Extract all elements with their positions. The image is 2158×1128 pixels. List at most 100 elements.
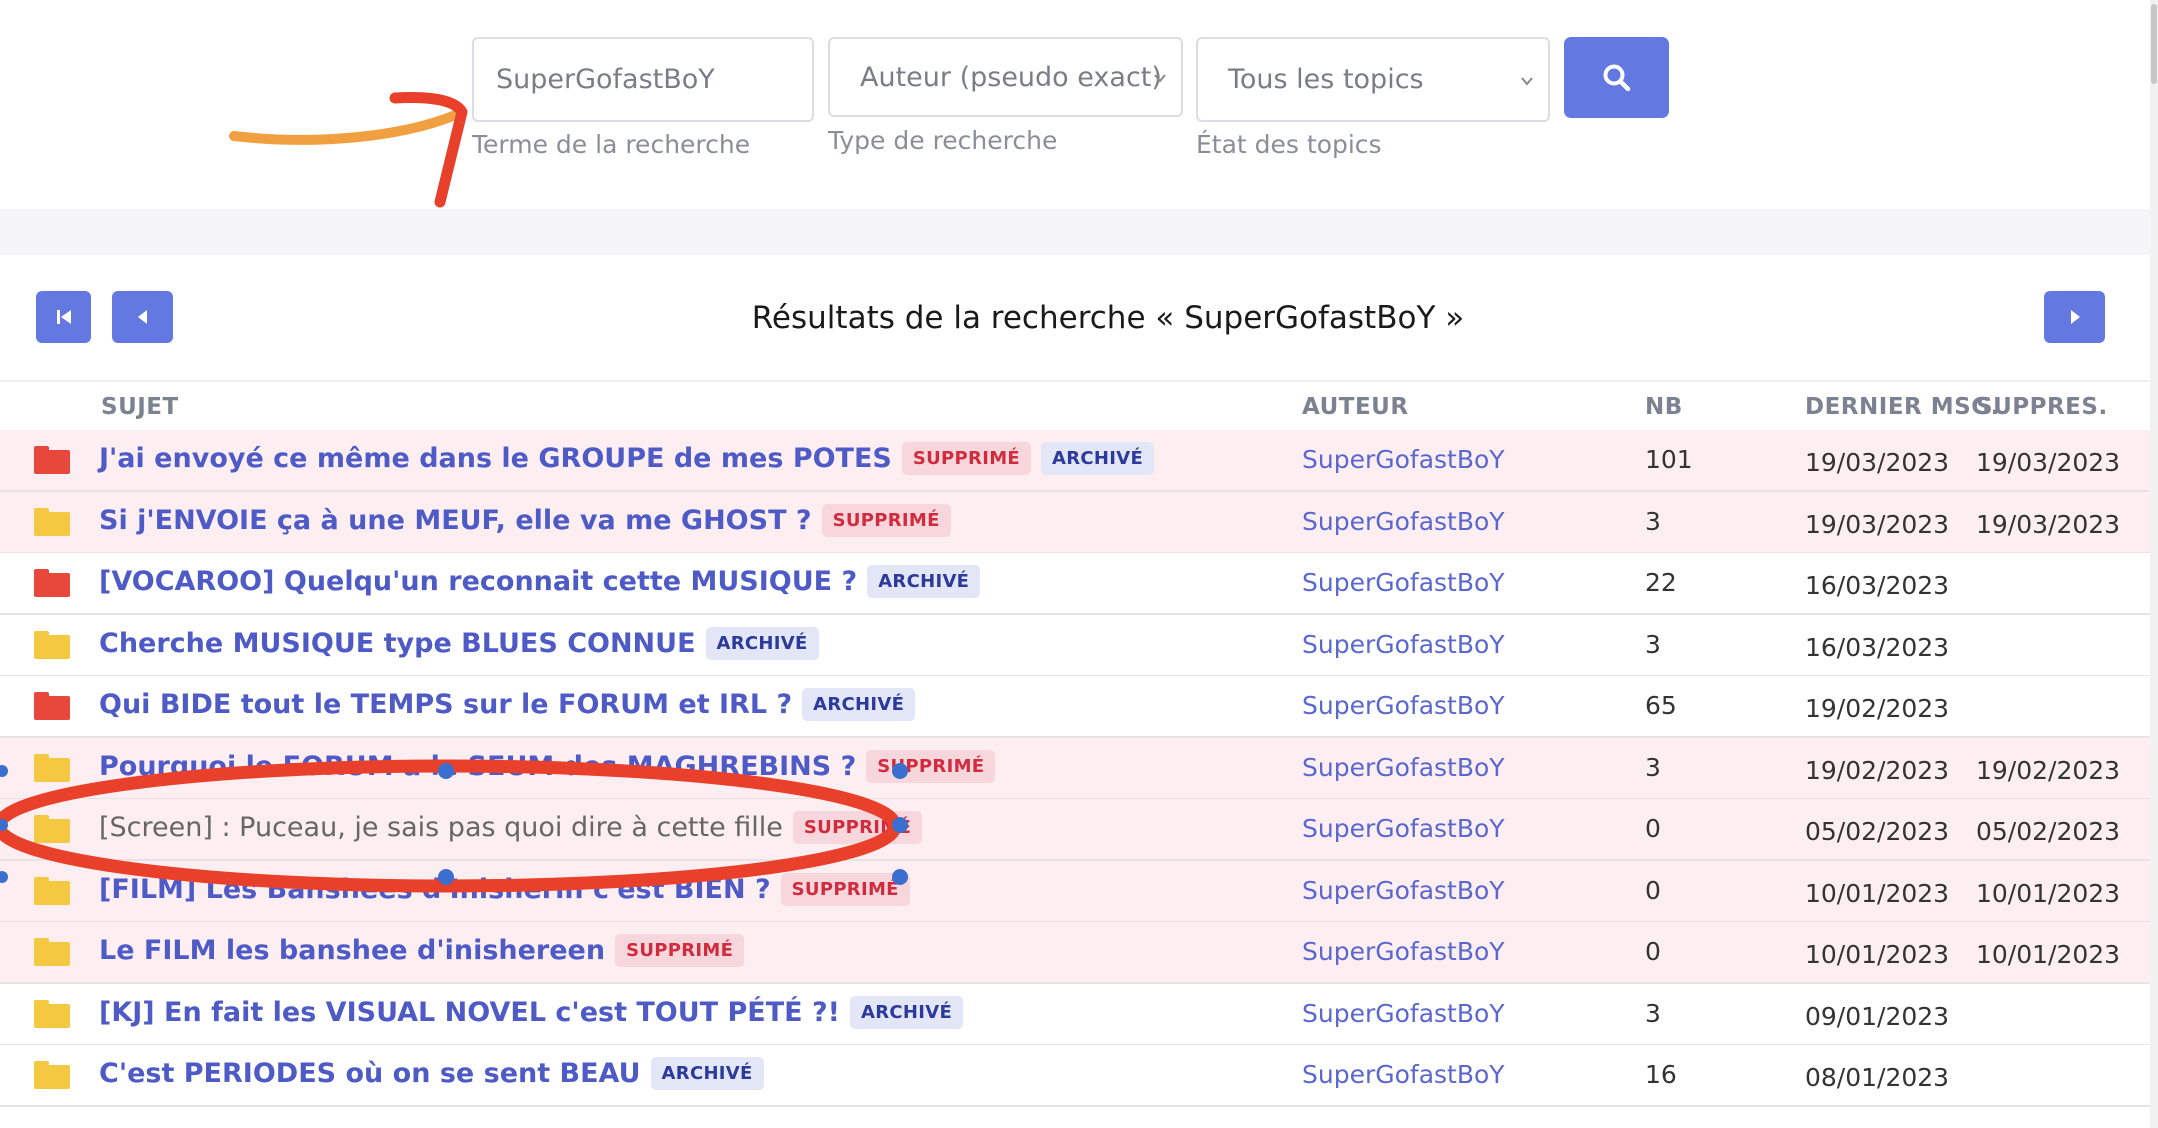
topic-subject: Qui BIDE tout le TEMPS sur le FORUM et I… — [99, 688, 916, 721]
deletion-date: 05/02/2023 — [1976, 817, 2121, 846]
deleted-badge: SUPPRIMÉ — [901, 442, 1032, 475]
message-count: 16 — [1645, 1060, 1677, 1089]
topic-link[interactable]: Qui BIDE tout le TEMPS sur le FORUM et I… — [99, 689, 792, 720]
archived-badge: ARCHIVÉ — [802, 688, 916, 721]
table-row[interactable]: Pourquoi le FORUM a le SEUM des MAGHREBI… — [0, 737, 2150, 800]
last-message-date: 19/02/2023 — [1805, 694, 1950, 723]
folder-icon — [34, 876, 70, 905]
message-count: 101 — [1645, 445, 1693, 474]
author-link[interactable]: SuperGofastBoY — [1302, 1060, 1505, 1089]
table-row[interactable]: Si j'ENVOIE ça à une MEUF, elle va me GH… — [0, 491, 2150, 554]
folder-icon — [34, 999, 70, 1028]
topic-state-help: État des topics — [1196, 130, 1382, 159]
archived-badge: ARCHIVÉ — [867, 565, 981, 598]
topic-subject: [KJ] En fait les VISUAL NOVEL c'est TOUT… — [99, 995, 964, 1029]
message-count: 0 — [1645, 814, 1661, 843]
topic-link[interactable]: Pourquoi le FORUM a le SEUM des MAGHREBI… — [99, 751, 856, 782]
topic-state-value: Tous les topics — [1228, 64, 1424, 95]
search-term-input[interactable]: SuperGofastBoY — [472, 37, 814, 122]
topic-link[interactable]: [FILM] Les Banshees d'Inisherin c'est BI… — [99, 874, 771, 905]
search-type-help: Type de recherche — [828, 126, 1058, 155]
search-term-help: Terme de la recherche — [472, 130, 751, 159]
column-header-subject: SUJET — [101, 394, 179, 420]
deleted-badge: SUPPRIMÉ — [792, 811, 923, 844]
folder-icon — [34, 815, 70, 843]
author-link[interactable]: SuperGofastBoY — [1302, 445, 1505, 474]
column-header-nb: NB — [1645, 394, 1683, 420]
topic-subject: Cherche MUSIQUE type BLUES CONNUE ARCHIV… — [99, 626, 819, 660]
author-link[interactable]: SuperGofastBoY — [1302, 753, 1505, 782]
topic-subject: J'ai envoyé ce même dans le GROUPE de me… — [99, 442, 1155, 475]
last-message-date: 09/01/2023 — [1805, 1001, 1950, 1031]
message-count: 0 — [1645, 875, 1661, 905]
author-link[interactable]: SuperGofastBoY — [1302, 876, 1505, 905]
deletion-date: 19/03/2023 — [1976, 448, 2121, 477]
author-link[interactable]: SuperGofastBoY — [1302, 814, 1505, 843]
divider — [0, 380, 2150, 382]
folder-icon — [34, 630, 70, 659]
table-row[interactable]: Le FILM les banshee d'inishereen SUPPRIM… — [0, 922, 2150, 984]
table-row[interactable]: Cherche MUSIQUE type BLUES CONNUE ARCHIV… — [0, 614, 2150, 677]
author-link[interactable]: SuperGofastBoY — [1302, 999, 1505, 1028]
deletion-date: 10/01/2023 — [1976, 940, 2121, 969]
table-row[interactable]: [FILM] Les Banshees d'Inisherin c'est BI… — [0, 860, 2150, 923]
message-count: 22 — [1645, 568, 1677, 597]
folder-icon — [34, 446, 70, 474]
last-message-date: 19/03/2023 — [1805, 509, 1950, 539]
chevron-down-icon — [1521, 77, 1533, 86]
search-type-select[interactable]: Auteur (pseudo exact) — [828, 37, 1183, 117]
next-page-button[interactable] — [2044, 291, 2105, 343]
topic-subject: C'est PERIODES où on se sent BEAU ARCHIV… — [99, 1057, 764, 1090]
column-header-last-message: DERNIER MSG. — [1805, 394, 2000, 420]
topic-link[interactable]: J'ai envoyé ce même dans le GROUPE de me… — [99, 443, 892, 474]
topic-state-select[interactable]: Tous les topics — [1196, 37, 1550, 122]
folder-icon — [34, 569, 70, 597]
topic-link[interactable]: Cherche MUSIQUE type BLUES CONNUE — [99, 628, 696, 659]
table-row[interactable]: Qui BIDE tout le TEMPS sur le FORUM et I… — [0, 676, 2150, 738]
folder-icon — [34, 753, 70, 782]
author-link[interactable]: SuperGofastBoY — [1302, 937, 1505, 966]
last-message-date: 16/03/2023 — [1805, 632, 1950, 662]
search-term-value: SuperGofastBoY — [496, 64, 715, 95]
search-button[interactable] — [1564, 37, 1669, 118]
author-link[interactable]: SuperGofastBoY — [1302, 691, 1505, 720]
message-count: 65 — [1645, 691, 1677, 720]
scrollbar-thumb[interactable] — [2151, 4, 2157, 84]
table-row[interactable]: C'est PERIODES où on se sent BEAU ARCHIV… — [0, 1045, 2150, 1107]
deletion-date: 19/02/2023 — [1976, 755, 2121, 785]
search-panel: SuperGofastBoY Terme de la recherche Aut… — [0, 0, 2150, 209]
topic-link[interactable]: C'est PERIODES où on se sent BEAU — [99, 1058, 641, 1089]
author-link[interactable]: SuperGofastBoY — [1302, 568, 1505, 597]
table-row[interactable]: J'ai envoyé ce même dans le GROUPE de me… — [0, 430, 2150, 492]
topic-subject: Si j'ENVOIE ça à une MEUF, elle va me GH… — [99, 503, 951, 537]
folder-icon — [34, 938, 70, 966]
last-message-date: 19/03/2023 — [1805, 448, 1950, 477]
deleted-badge: SUPPRIMÉ — [780, 872, 910, 906]
column-header-author: AUTEUR — [1302, 394, 1409, 420]
last-message-date: 08/01/2023 — [1805, 1063, 1950, 1092]
last-message-date: 10/01/2023 — [1805, 878, 1950, 908]
deleted-badge: SUPPRIMÉ — [821, 503, 951, 537]
topic-subject: [VOCAROO] Quelqu'un reconnait cette MUSI… — [99, 565, 981, 598]
topic-subject: Pourquoi le FORUM a le SEUM des MAGHREBI… — [99, 749, 996, 783]
message-count: 3 — [1645, 998, 1661, 1028]
last-message-date: 19/02/2023 — [1805, 755, 1950, 785]
author-link[interactable]: SuperGofastBoY — [1302, 507, 1505, 536]
topic-link[interactable]: Le FILM les banshee d'inishereen — [99, 935, 605, 966]
topic-subject: [FILM] Les Banshees d'Inisherin c'est BI… — [99, 872, 910, 906]
topic-link[interactable]: [Screen] : Puceau, je sais pas quoi dire… — [99, 812, 783, 843]
chevron-down-icon — [1154, 74, 1166, 83]
last-message-date: 05/02/2023 — [1805, 817, 1950, 846]
results-title: Résultats de la recherche « SuperGofastB… — [751, 300, 1465, 336]
table-row[interactable]: [Screen] : Puceau, je sais pas quoi dire… — [0, 799, 2150, 861]
table-row[interactable]: [VOCAROO] Quelqu'un reconnait cette MUSI… — [0, 553, 2150, 615]
topic-link[interactable]: Si j'ENVOIE ça à une MEUF, elle va me GH… — [99, 505, 812, 536]
last-message-date: 16/03/2023 — [1805, 571, 1950, 600]
scrollbar[interactable] — [2150, 0, 2158, 1128]
message-count: 3 — [1645, 752, 1661, 782]
topic-link[interactable]: [KJ] En fait les VISUAL NOVEL c'est TOUT… — [99, 997, 840, 1028]
topic-link[interactable]: [VOCAROO] Quelqu'un reconnait cette MUSI… — [99, 566, 857, 597]
author-link[interactable]: SuperGofastBoY — [1302, 630, 1505, 659]
table-row[interactable]: [KJ] En fait les VISUAL NOVEL c'est TOUT… — [0, 983, 2150, 1046]
deletion-date: 19/03/2023 — [1976, 509, 2121, 539]
